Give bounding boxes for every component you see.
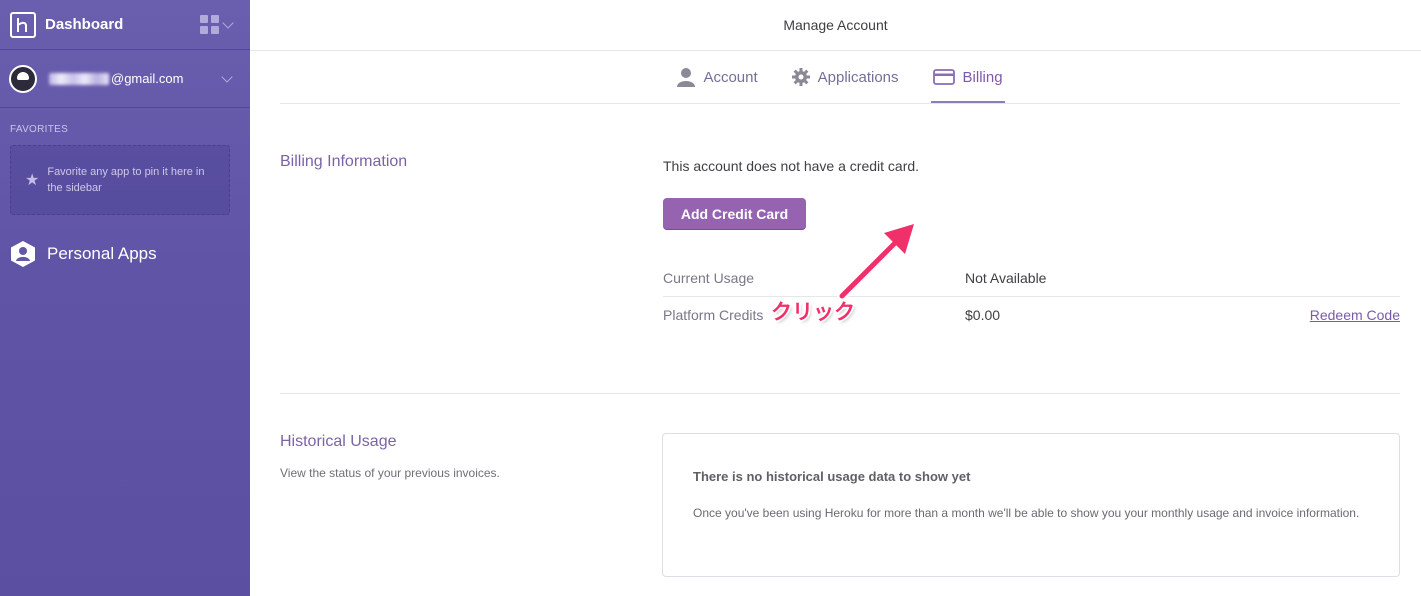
no-card-message: This account does not have a credit card… — [663, 158, 920, 174]
empty-state-body: Once you've been using Heroku for more t… — [693, 506, 1360, 520]
annotation-click-label: クリック — [771, 301, 855, 324]
sidebar-header: Dashboard — [0, 0, 250, 50]
section-divider — [280, 393, 1400, 394]
billing-row-current-usage: Current Usage Not Available — [663, 260, 1400, 296]
empty-state-title: There is no historical usage data to sho… — [693, 469, 971, 484]
credit-card-icon — [932, 69, 955, 85]
heroku-logo-icon[interactable] — [10, 11, 36, 38]
tab-billing-label: Billing — [962, 68, 1003, 86]
personal-apps-label: Personal Apps — [47, 244, 157, 263]
page-header: Manage Account — [250, 0, 1421, 51]
historical-section-desc: View the status of your previous invoice… — [280, 466, 500, 480]
dashboard-title[interactable]: Dashboard — [45, 16, 200, 33]
favorites-label: FAVORITES — [10, 124, 69, 135]
tab-account-label: Account — [703, 68, 758, 86]
personal-hexagon-icon — [11, 241, 35, 267]
user-icon — [677, 67, 696, 87]
tab-applications-label: Applications — [817, 68, 899, 86]
annotation-arrow-icon — [837, 221, 917, 301]
chevron-down-icon — [221, 70, 233, 83]
account-tabs: Account Applications Billing — [280, 51, 1400, 104]
email-domain: @gmail.com — [111, 71, 184, 86]
sidebar: Dashboard @gmail.com FAVORITES ★ Favorit… — [0, 0, 250, 596]
billing-section-title: Billing Information — [280, 153, 408, 170]
user-email: @gmail.com — [49, 71, 223, 86]
chevron-down-icon — [222, 16, 234, 29]
redacted-email-prefix — [49, 72, 109, 85]
platform-credits-value: $0.00 — [965, 307, 1001, 323]
add-credit-card-button[interactable]: Add Credit Card — [663, 198, 806, 229]
redeem-code-link[interactable]: Redeem Code — [1310, 307, 1400, 323]
tab-applications[interactable]: Applications — [790, 51, 901, 103]
star-icon: ★ — [25, 172, 40, 189]
sidebar-item-personal-apps[interactable]: Personal Apps — [10, 240, 250, 268]
historical-empty-state: There is no historical usage data to sho… — [662, 433, 1400, 577]
app-switcher-button[interactable] — [200, 15, 234, 34]
main-content: Manage Account Account Applications Bill… — [250, 0, 1421, 596]
current-usage-value: Not Available — [965, 270, 1047, 286]
tab-billing[interactable]: Billing — [930, 51, 1005, 103]
historical-section-title: Historical Usage — [280, 433, 397, 450]
grid-icon — [200, 15, 219, 34]
tab-account[interactable]: Account — [675, 51, 759, 103]
gear-icon — [791, 68, 810, 86]
page-title: Manage Account — [783, 17, 888, 33]
favorites-dropzone: ★ Favorite any app to pin it here in the… — [10, 145, 230, 215]
account-switcher[interactable]: @gmail.com — [0, 50, 250, 108]
avatar — [9, 64, 37, 93]
favorites-hint: Favorite any app to pin it here in the s… — [47, 166, 205, 194]
